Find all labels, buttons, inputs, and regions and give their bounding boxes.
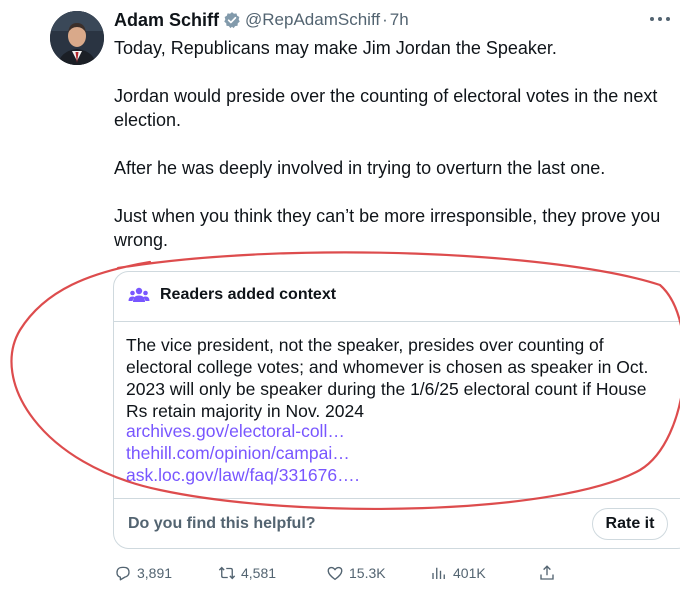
context-link[interactable]: archives.gov/electoral-coll… xyxy=(126,420,345,442)
reply-button[interactable]: 3,891 xyxy=(114,563,172,583)
readers-context-card: Readers added context The vice president… xyxy=(113,271,680,549)
share-button[interactable] xyxy=(538,563,556,583)
separator-dot: · xyxy=(382,10,388,29)
verified-badge-icon xyxy=(223,11,241,29)
share-icon xyxy=(540,565,554,580)
views-count: 401K xyxy=(453,565,486,581)
tweet-paragraph: After he was deeply involved in trying t… xyxy=(114,158,606,178)
author-name[interactable]: Adam Schiff xyxy=(114,10,219,31)
more-options-icon[interactable] xyxy=(650,12,670,26)
context-body: The vice president, not the speaker, pre… xyxy=(126,335,649,421)
avatar[interactable] xyxy=(50,11,104,65)
repost-count: 4,581 xyxy=(241,565,277,581)
tweet-paragraph: Today, Republicans may make Jim Jordan t… xyxy=(114,38,557,58)
tweet: Adam Schiff @RepAdamSchiff · 7h Today, R… xyxy=(0,0,680,600)
reply-icon xyxy=(116,566,130,581)
repost-icon xyxy=(218,566,236,580)
divider xyxy=(114,498,680,499)
like-button[interactable]: 15.3K xyxy=(326,563,386,583)
heart-icon xyxy=(327,566,343,581)
views-icon xyxy=(432,567,445,579)
author-handle[interactable]: @RepAdamSchiff xyxy=(245,10,380,30)
helpful-prompt: Do you find this helpful? xyxy=(128,515,316,532)
views-button[interactable]: 401K xyxy=(430,563,486,583)
repost-button[interactable]: 4,581 xyxy=(218,563,276,583)
rate-it-button[interactable]: Rate it xyxy=(592,508,668,540)
like-count: 15.3K xyxy=(349,565,386,581)
context-title: Readers added context xyxy=(160,286,337,303)
context-link[interactable]: thehill.com/opinion/campai… xyxy=(126,442,350,464)
tweet-paragraph: Just when you think they can’t be more i… xyxy=(114,206,661,250)
people-icon xyxy=(128,286,150,304)
divider xyxy=(114,321,680,322)
tweet-time[interactable]: 7h xyxy=(390,10,409,30)
tweet-paragraph: Jordan would preside over the counting o… xyxy=(114,86,658,130)
tweet-header: Adam Schiff @RepAdamSchiff · 7h xyxy=(114,9,409,31)
context-link[interactable]: ask.loc.gov/law/faq/331676…. xyxy=(126,464,359,486)
context-header: Readers added context xyxy=(128,286,336,304)
action-bar: 3,891 4,581 15.3K 401K xyxy=(114,563,574,583)
reply-count: 3,891 xyxy=(137,565,173,581)
